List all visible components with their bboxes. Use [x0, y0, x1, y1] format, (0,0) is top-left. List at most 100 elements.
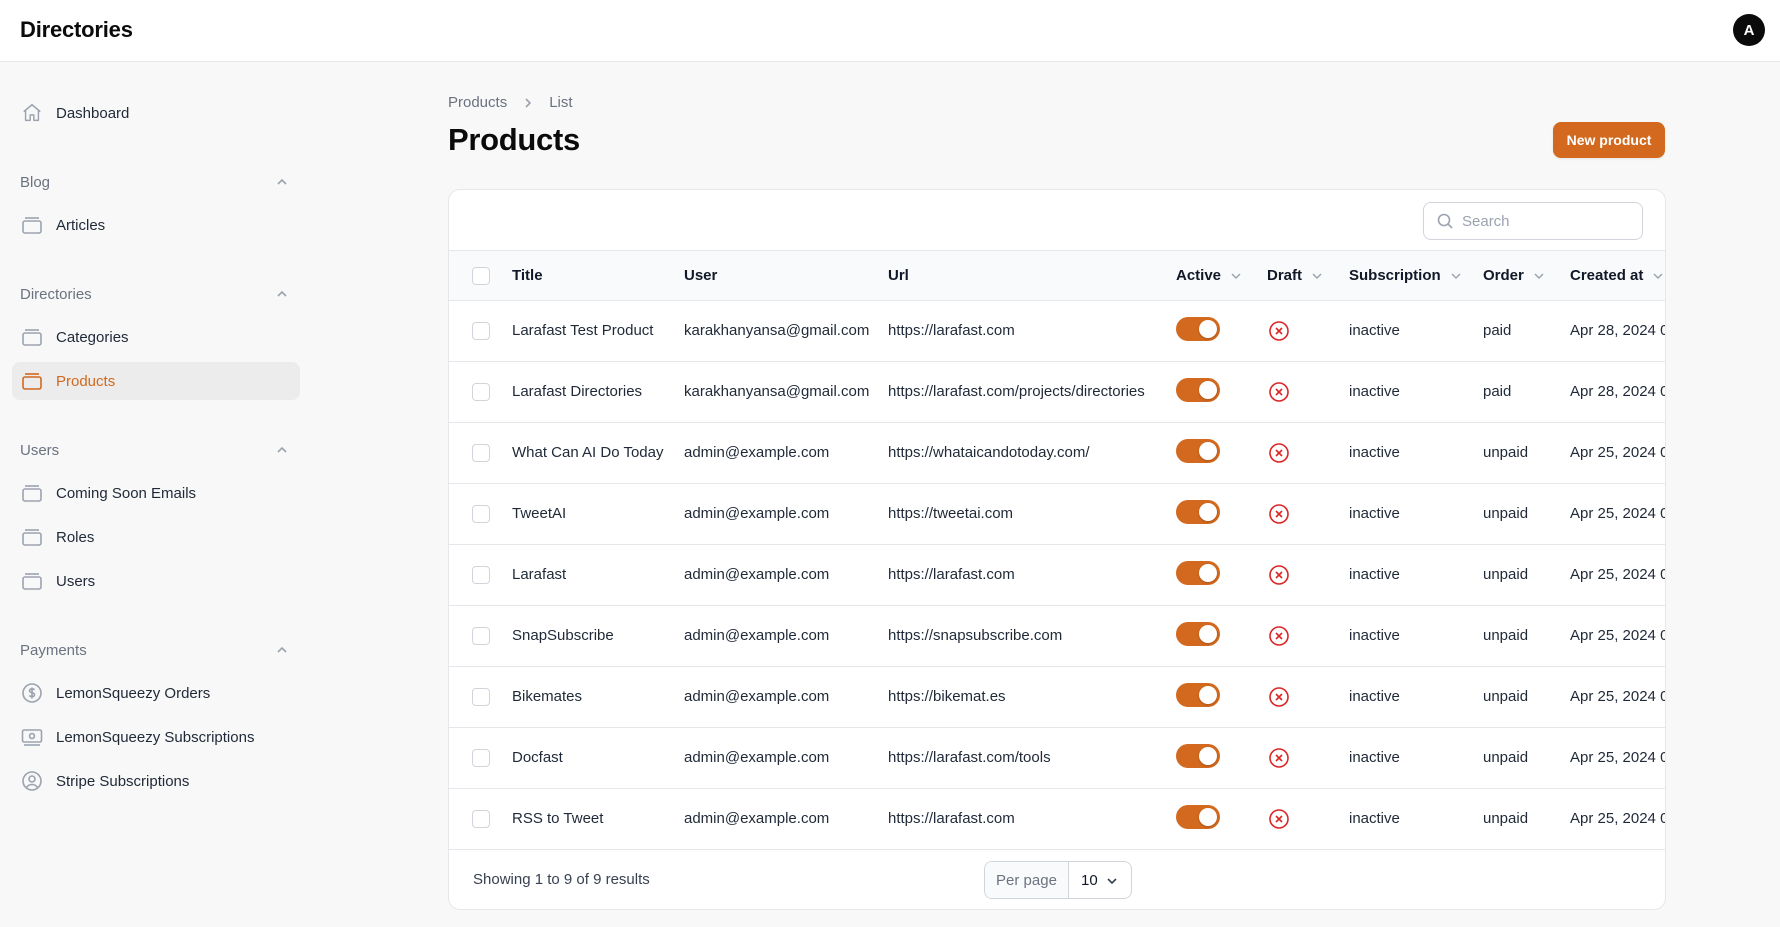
cell-url: https://snapsubscribe.com	[888, 627, 1063, 644]
sidebar-item-products[interactable]: Products	[12, 362, 300, 400]
per-page-select[interactable]: 10	[1069, 862, 1131, 898]
chevron-down-icon	[1449, 269, 1463, 283]
cell-title: RSS to Tweet	[512, 810, 604, 827]
cell-user: admin@example.com	[684, 505, 830, 522]
row-checkbox[interactable]	[472, 566, 490, 584]
toggle-knob	[1199, 747, 1217, 765]
nav-group-blog[interactable]: Blog	[20, 170, 290, 194]
row-checkbox[interactable]	[472, 688, 490, 706]
stack-icon	[20, 570, 44, 592]
active-toggle[interactable]	[1176, 805, 1220, 829]
sidebar-item-roles[interactable]: Roles	[12, 518, 300, 556]
table-row[interactable]: Larafast admin@example.com https://laraf…	[449, 545, 1665, 606]
table-row[interactable]: Larafast Directories karakhanyansa@gmail…	[449, 362, 1665, 423]
sidebar-item-dashboard[interactable]: Dashboard	[12, 94, 300, 132]
cell-order: unpaid	[1483, 444, 1529, 461]
active-toggle[interactable]	[1176, 378, 1220, 402]
table-row[interactable]: Docfast admin@example.com https://larafa…	[449, 728, 1665, 789]
cell-title: SnapSubscribe	[512, 627, 614, 644]
table-row[interactable]: TweetAI admin@example.com https://tweeta…	[449, 484, 1665, 545]
active-toggle[interactable]	[1176, 561, 1220, 585]
chevron-down-icon	[1229, 269, 1243, 283]
table-row[interactable]: SnapSubscribe admin@example.com https://…	[449, 606, 1665, 667]
table-row[interactable]: Larafast Test Product karakhanyansa@gmai…	[449, 301, 1665, 362]
cell-url: https://larafast.com	[888, 810, 1015, 827]
sidebar-item-label: Articles	[56, 216, 106, 234]
toggle-knob	[1199, 503, 1217, 521]
active-toggle[interactable]	[1176, 683, 1220, 707]
toggle-knob	[1199, 686, 1217, 704]
sidebar-item-lemonsqueezy-orders[interactable]: LemonSqueezy Orders	[12, 674, 300, 712]
chevron-down-icon	[1532, 269, 1546, 283]
column-header-subscription[interactable]: Subscription	[1349, 267, 1463, 284]
cell-subscription: inactive	[1349, 322, 1400, 339]
column-header-label: Subscription	[1349, 267, 1441, 284]
search-input[interactable]	[1462, 211, 1632, 231]
column-header-draft[interactable]: Draft	[1267, 267, 1324, 284]
nav-group-users[interactable]: Users	[20, 438, 290, 462]
cell-url: https://whataicandotoday.com/	[888, 444, 1090, 461]
cell-created-at: Apr 28, 2024 0	[1570, 322, 1666, 339]
nav-group-directories[interactable]: Directories	[20, 282, 290, 306]
row-checkbox[interactable]	[472, 444, 490, 462]
sidebar-item-articles[interactable]: Articles	[12, 206, 300, 244]
row-checkbox[interactable]	[472, 749, 490, 767]
column-header-label: Created at	[1570, 267, 1644, 284]
row-checkbox[interactable]	[472, 383, 490, 401]
table-row[interactable]: What Can AI Do Today admin@example.com h…	[449, 423, 1665, 484]
cell-title: Larafast Test Product	[512, 322, 654, 339]
nav-group-payments[interactable]: Payments	[20, 638, 290, 662]
x-circle-icon	[1268, 686, 1290, 708]
x-circle-icon	[1268, 747, 1290, 769]
active-toggle[interactable]	[1176, 744, 1220, 768]
breadcrumb-link-products[interactable]: Products	[448, 94, 507, 111]
cell-order: paid	[1483, 322, 1512, 339]
new-product-button[interactable]: New product	[1553, 122, 1665, 158]
sidebar-item-categories[interactable]: Categories	[12, 318, 300, 356]
active-toggle[interactable]	[1176, 439, 1220, 463]
table-row[interactable]: Bikemates admin@example.com https://bike…	[449, 667, 1665, 728]
cell-order: unpaid	[1483, 566, 1529, 583]
table-row[interactable]: RSS to Tweet admin@example.com https://l…	[449, 789, 1665, 850]
row-checkbox[interactable]	[472, 627, 490, 645]
home-icon	[20, 102, 44, 124]
toggle-knob	[1199, 381, 1217, 399]
cell-subscription: inactive	[1349, 505, 1400, 522]
x-circle-icon	[1268, 808, 1290, 830]
sidebar-item-stripe-subscriptions[interactable]: Stripe Subscriptions	[12, 762, 300, 800]
sidebar-item-label: Coming Soon Emails	[56, 484, 197, 502]
sidebar-item-lemonsqueezy-subscriptions[interactable]: LemonSqueezy Subscriptions	[12, 718, 300, 756]
cell-subscription: inactive	[1349, 749, 1400, 766]
sidebar-item-coming-soon-emails[interactable]: Coming Soon Emails	[12, 474, 300, 512]
cell-user: admin@example.com	[684, 688, 830, 705]
column-header-created-at[interactable]: Created at	[1570, 267, 1665, 284]
column-header-url: Url	[888, 267, 909, 284]
sidebar-item-users[interactable]: Users	[12, 562, 300, 600]
products-table-card: Title User Url Active Draft Subscription…	[448, 189, 1666, 910]
active-toggle[interactable]	[1176, 500, 1220, 524]
column-header-active[interactable]: Active	[1176, 267, 1243, 284]
nav-group-label: Payments	[20, 641, 87, 659]
cell-subscription: inactive	[1349, 383, 1400, 400]
column-header-order[interactable]: Order	[1483, 267, 1546, 284]
stack-icon	[20, 370, 44, 392]
row-checkbox[interactable]	[472, 505, 490, 523]
user-avatar[interactable]: A	[1733, 14, 1765, 46]
cell-title: TweetAI	[512, 505, 567, 522]
cell-title: What Can AI Do Today	[512, 444, 664, 461]
chevron-down-icon	[1651, 269, 1665, 283]
active-toggle[interactable]	[1176, 317, 1220, 341]
cell-order: unpaid	[1483, 749, 1529, 766]
x-circle-icon	[1268, 381, 1290, 403]
column-header-label: Draft	[1267, 267, 1303, 284]
cell-url: https://tweetai.com	[888, 505, 1014, 522]
app-brand[interactable]: Directories	[20, 17, 133, 43]
results-summary: Showing 1 to 9 of 9 results	[473, 871, 650, 888]
toggle-knob	[1199, 625, 1217, 643]
active-toggle[interactable]	[1176, 622, 1220, 646]
column-header-user: User	[684, 267, 717, 284]
per-page-control: Per page 10	[984, 861, 1132, 899]
select-all-checkbox[interactable]	[472, 267, 490, 285]
row-checkbox[interactable]	[472, 322, 490, 340]
row-checkbox[interactable]	[472, 810, 490, 828]
